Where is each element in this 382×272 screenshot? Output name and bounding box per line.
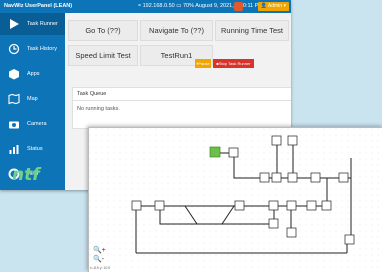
map-window: 🔍+ 🔍- x:-8.5 y: 10.0: [88, 127, 382, 272]
battery-level: 70%: [182, 3, 194, 9]
map-node[interactable]: [154, 200, 165, 211]
map-node[interactable]: [131, 200, 142, 211]
status-text: ≈ 192.168.0.50 ▭ 70% August 9, 2021, 2:5…: [138, 3, 263, 9]
map-node[interactable]: [286, 200, 297, 211]
sidebar-item-status[interactable]: Status: [0, 138, 65, 160]
camera-icon: [9, 121, 19, 129]
task-button-navigate-to[interactable]: Navigate To (??): [140, 20, 213, 41]
task-button-go-to[interactable]: Go To (??): [68, 20, 138, 41]
sidebar-item-label: Task Runner: [27, 21, 58, 27]
map-node[interactable]: [344, 234, 355, 245]
sidebar-item-camera[interactable]: Camera: [0, 113, 65, 135]
map-node[interactable]: [338, 172, 349, 183]
stop-label: Stop Task Runner: [218, 61, 251, 66]
admin-button[interactable]: 👤 Admin ▾: [257, 2, 289, 11]
sidebar-item-map[interactable]: Map: [0, 88, 65, 110]
map-node[interactable]: [234, 200, 245, 211]
play-icon: [10, 19, 19, 29]
task-button-running-time-test[interactable]: Running Time Test: [215, 20, 289, 41]
zoom-out-button[interactable]: 🔍-: [93, 255, 104, 263]
task-queue-empty-text: No running tasks.: [77, 106, 120, 112]
pause-label: Pause: [198, 61, 210, 66]
sidebar: Task Runner Task History Apps Map Camera…: [0, 13, 65, 190]
map-node[interactable]: [287, 135, 298, 146]
map-node[interactable]: [268, 200, 279, 211]
battery-icon: ▭: [176, 3, 182, 9]
sidebar-item-task-runner[interactable]: Task Runner: [0, 13, 65, 35]
task-queue-title: Task Queue: [73, 88, 291, 101]
sidebar-item-label: Map: [27, 96, 38, 102]
task-button-speed-limit-test[interactable]: Speed Limit Test: [68, 45, 138, 66]
power-button[interactable]: [234, 2, 243, 11]
brand-logo: ntf: [12, 165, 40, 185]
task-queue-panel: Task Queue No running tasks.: [72, 87, 291, 129]
app-title: NavWiz UserPanel (LEAN): [4, 3, 73, 9]
zoom-in-label: +: [101, 247, 106, 254]
map-node[interactable]: [228, 147, 239, 158]
map-node[interactable]: [310, 172, 321, 183]
start-node[interactable]: [209, 146, 221, 158]
map-node[interactable]: [259, 172, 270, 183]
map-node[interactable]: [271, 172, 282, 183]
sidebar-item-label: Task History: [27, 46, 57, 52]
history-icon: [8, 43, 20, 55]
zoom-in-button[interactable]: 🔍+: [93, 246, 106, 254]
pause-button[interactable]: ⏸Pause: [195, 59, 211, 68]
map-icon: [8, 93, 20, 105]
map-node[interactable]: [321, 200, 332, 211]
map-node[interactable]: [268, 218, 279, 229]
map-node[interactable]: [286, 227, 297, 238]
wifi-icon: ≈: [138, 3, 142, 9]
sidebar-item-task-history[interactable]: Task History: [0, 38, 65, 60]
box-icon: [9, 69, 19, 80]
sidebar-item-label: Status: [27, 146, 43, 152]
map-coordinates: x:-8.5 y: 10.0: [90, 266, 111, 270]
map-node[interactable]: [287, 172, 298, 183]
map-node[interactable]: [271, 135, 282, 146]
zoom-out-label: -: [101, 256, 105, 263]
sidebar-item-label: Apps: [27, 71, 40, 77]
map-node[interactable]: [306, 200, 317, 211]
user-label: Admin: [267, 3, 283, 9]
map-canvas[interactable]: [89, 128, 382, 272]
top-bar: NavWiz UserPanel (LEAN) ≈ 192.168.0.50 ▭…: [0, 0, 291, 13]
sidebar-item-apps[interactable]: Apps: [0, 63, 65, 85]
stop-task-runner-button[interactable]: ■Stop Task Runner: [213, 59, 254, 68]
datetime: August 9, 2021, 2:50:11 PM: [195, 3, 263, 9]
bar-chart-icon: [9, 145, 19, 154]
sidebar-item-label: Camera: [27, 121, 47, 127]
ip-address: 192.168.0.50: [142, 3, 175, 9]
